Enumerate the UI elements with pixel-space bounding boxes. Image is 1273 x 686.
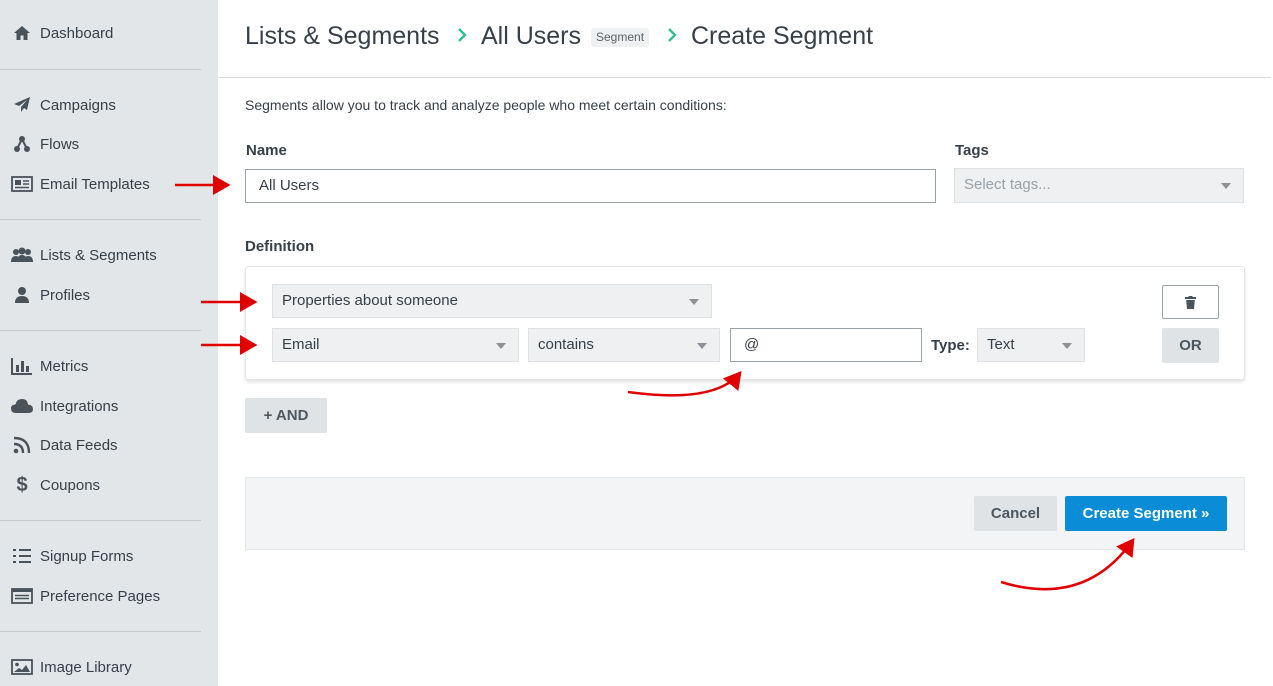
- sidebar-item-profiles[interactable]: Profiles: [10, 284, 90, 306]
- sidebar-item-label: Data Feeds: [40, 436, 118, 454]
- breadcrumb-lists-segments[interactable]: Lists & Segments: [245, 22, 440, 51]
- sidebar-divider: [0, 219, 201, 220]
- sidebar-item-label: Campaigns: [40, 96, 116, 114]
- or-button[interactable]: OR: [1162, 328, 1219, 363]
- breadcrumb-all-users[interactable]: All Users: [481, 22, 581, 51]
- operator-select[interactable]: contains: [528, 328, 720, 362]
- type-select[interactable]: Text: [977, 328, 1085, 362]
- flows-icon: [10, 134, 34, 154]
- sidebar-divider: [0, 330, 201, 331]
- sidebar-item-flows[interactable]: Flows: [10, 133, 79, 155]
- delete-condition-button[interactable]: [1162, 285, 1219, 319]
- chevron-down-icon: [689, 299, 699, 305]
- chevron-down-icon: [697, 343, 707, 349]
- sidebar-item-coupons[interactable]: $ Coupons: [10, 474, 100, 496]
- type-value: Text: [987, 336, 1015, 353]
- sidebar-item-email-templates[interactable]: Email Templates: [10, 173, 150, 195]
- sidebar-item-lists-segments[interactable]: Lists & Segments: [10, 244, 157, 266]
- image-icon: [10, 657, 34, 677]
- breadcrumb: Lists & Segments All Users Segment Creat…: [218, 0, 1271, 78]
- paper-plane-icon: [10, 95, 34, 115]
- chevron-down-icon: [1062, 343, 1072, 349]
- sidebar-item-label: Lists & Segments: [40, 246, 157, 264]
- sidebar-item-data-feeds[interactable]: Data Feeds: [10, 434, 118, 456]
- rss-icon: [10, 435, 34, 455]
- sidebar-item-image-library[interactable]: Image Library: [10, 656, 132, 678]
- user-icon: [10, 285, 34, 305]
- cancel-button[interactable]: Cancel: [974, 496, 1057, 531]
- sidebar-item-label: Signup Forms: [40, 547, 134, 565]
- condition-type-select[interactable]: Properties about someone: [272, 284, 712, 318]
- sidebar-item-label: Coupons: [40, 476, 101, 494]
- definition-label: Definition: [245, 238, 315, 255]
- tags-select[interactable]: Select tags...: [954, 168, 1244, 203]
- chevron-right-icon: [668, 28, 677, 42]
- sidebar-item-label: Metrics: [40, 357, 89, 375]
- chevron-down-icon: [1221, 183, 1231, 189]
- newspaper-icon: [10, 174, 34, 194]
- definition-box: Properties about someone Email contains …: [245, 266, 1245, 380]
- sidebar-item-dashboard[interactable]: Dashboard: [10, 22, 113, 44]
- sidebar-item-label: Preference Pages: [40, 587, 161, 605]
- add-and-button[interactable]: + AND: [245, 398, 327, 433]
- cloud-icon: [10, 396, 34, 416]
- chevron-down-icon: [496, 343, 506, 349]
- sidebar: Dashboard Campaigns Flows Email Template…: [0, 0, 218, 686]
- segment-badge: Segment: [591, 28, 650, 47]
- sidebar-item-label: Integrations: [40, 397, 119, 415]
- sidebar-divider: [0, 69, 201, 70]
- trash-icon: [1185, 295, 1196, 309]
- home-icon: [10, 23, 34, 43]
- main-content: Lists & Segments All Users Segment Creat…: [218, 0, 1273, 686]
- sidebar-divider: [0, 631, 201, 632]
- window-icon: [10, 586, 34, 606]
- condition-type-value: Properties about someone: [282, 292, 458, 309]
- users-icon: [10, 245, 34, 265]
- create-segment-button[interactable]: Create Segment »: [1065, 496, 1227, 531]
- operator-value: contains: [538, 336, 594, 353]
- property-select[interactable]: Email: [272, 328, 519, 362]
- list-icon: [10, 546, 34, 566]
- sidebar-item-label: Flows: [40, 135, 80, 153]
- type-label: Type:: [931, 337, 970, 354]
- sidebar-item-label: Email Templates: [40, 175, 150, 193]
- sidebar-item-campaigns[interactable]: Campaigns: [10, 94, 116, 116]
- tags-placeholder: Select tags...: [964, 176, 1051, 193]
- sidebar-divider: [0, 520, 201, 521]
- sidebar-item-preference-pages[interactable]: Preference Pages: [10, 585, 160, 607]
- name-label: Name: [246, 142, 287, 159]
- chevron-right-icon: [458, 28, 467, 42]
- value-input[interactable]: @: [730, 328, 922, 362]
- form-description: Segments allow you to track and analyze …: [245, 97, 727, 113]
- tags-label: Tags: [955, 142, 989, 159]
- form-footer: Cancel Create Segment »: [245, 477, 1245, 550]
- dollar-icon: $: [16, 473, 28, 496]
- sidebar-item-integrations[interactable]: Integrations: [10, 395, 118, 417]
- page-title: Create Segment: [691, 22, 874, 50]
- sidebar-item-label: Image Library: [40, 658, 132, 676]
- sidebar-item-signup-forms[interactable]: Signup Forms: [10, 545, 133, 567]
- sidebar-item-metrics[interactable]: Metrics: [10, 355, 88, 377]
- bar-chart-icon: [10, 356, 34, 376]
- property-value: Email: [282, 336, 320, 353]
- name-input[interactable]: All Users: [245, 169, 936, 203]
- sidebar-item-label: Dashboard: [40, 24, 114, 42]
- sidebar-item-label: Profiles: [40, 286, 91, 304]
